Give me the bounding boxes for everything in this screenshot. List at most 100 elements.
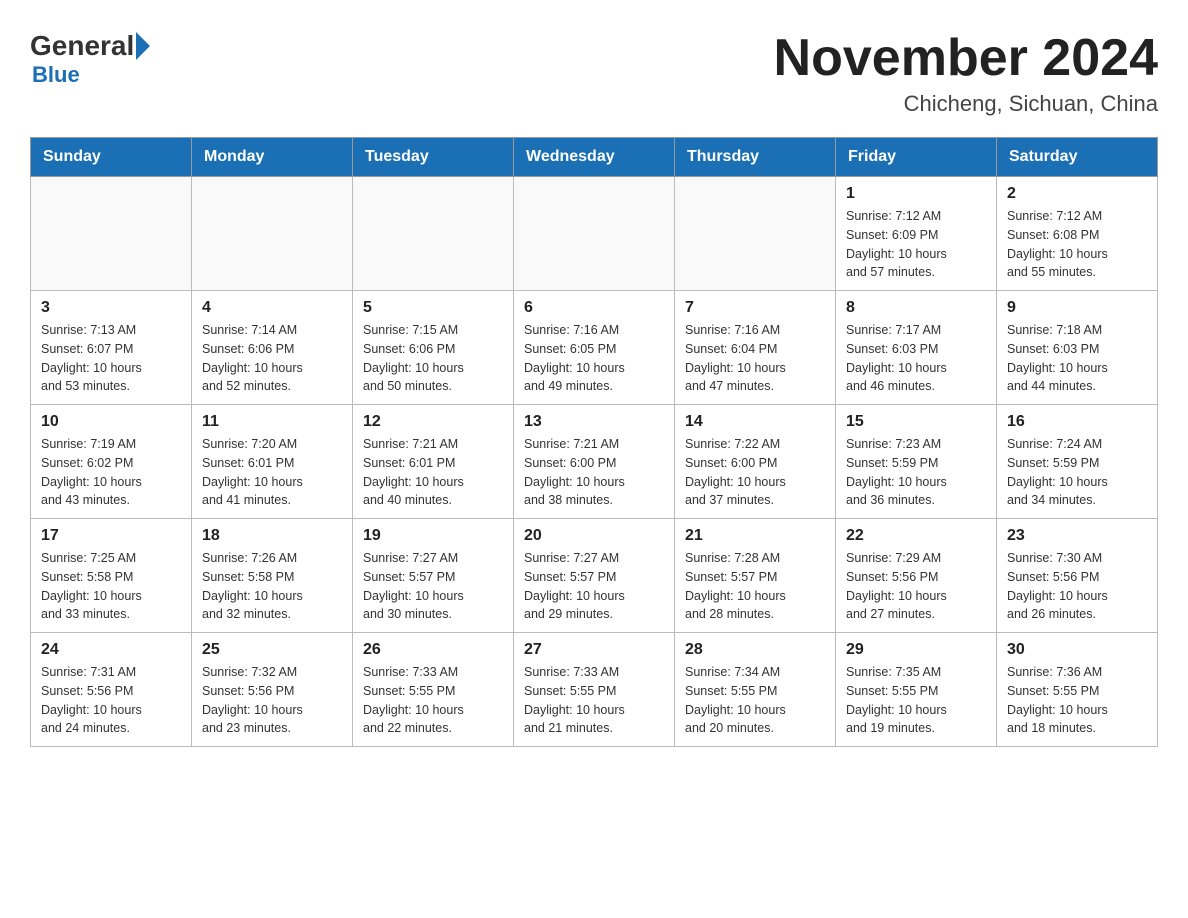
day-info: Sunrise: 7:21 AMSunset: 6:00 PMDaylight:… xyxy=(524,435,664,510)
day-info: Sunrise: 7:27 AMSunset: 5:57 PMDaylight:… xyxy=(524,549,664,624)
day-info: Sunrise: 7:28 AMSunset: 5:57 PMDaylight:… xyxy=(685,549,825,624)
weekday-header-saturday: Saturday xyxy=(997,138,1158,177)
day-info: Sunrise: 7:24 AMSunset: 5:59 PMDaylight:… xyxy=(1007,435,1147,510)
day-info: Sunrise: 7:33 AMSunset: 5:55 PMDaylight:… xyxy=(524,663,664,738)
calendar-cell: 25Sunrise: 7:32 AMSunset: 5:56 PMDayligh… xyxy=(192,633,353,747)
day-number: 23 xyxy=(1007,527,1147,545)
calendar-cell: 27Sunrise: 7:33 AMSunset: 5:55 PMDayligh… xyxy=(514,633,675,747)
day-info: Sunrise: 7:16 AMSunset: 6:04 PMDaylight:… xyxy=(685,321,825,396)
day-info: Sunrise: 7:36 AMSunset: 5:55 PMDaylight:… xyxy=(1007,663,1147,738)
week-row-3: 10 Sunrise: 7:19 AMSunset: 6:02 PMDayligh… xyxy=(31,405,1158,519)
title-area: November 2024 Chicheng, Sichuan, China xyxy=(774,30,1158,117)
calendar-cell: 17 Sunrise: 7:25 AMSunset: 5:58 PMDayligh… xyxy=(31,519,192,633)
day-number: 22 xyxy=(846,527,986,545)
day-number: 2 xyxy=(1007,185,1147,203)
weekday-header-thursday: Thursday xyxy=(675,138,836,177)
weekday-header-sunday: Sunday xyxy=(31,138,192,177)
day-number: 16 xyxy=(1007,413,1147,431)
day-number: 13 xyxy=(524,413,664,431)
day-info: Sunrise: 7:26 AMSunset: 5:58 PMDaylight:… xyxy=(202,549,342,624)
weekday-header-friday: Friday xyxy=(836,138,997,177)
day-info: Sunrise: 7:15 AMSunset: 6:06 PMDaylight:… xyxy=(363,321,503,396)
day-number: 12 xyxy=(363,413,503,431)
day-number: 20 xyxy=(524,527,664,545)
day-info: Sunrise: 7:22 AMSunset: 6:00 PMDaylight:… xyxy=(685,435,825,510)
calendar-cell xyxy=(192,177,353,291)
calendar-cell: 13 Sunrise: 7:21 AMSunset: 6:00 PMDayligh… xyxy=(514,405,675,519)
day-number: 10 xyxy=(41,413,181,431)
day-info: Sunrise: 7:30 AMSunset: 5:56 PMDaylight:… xyxy=(1007,549,1147,624)
logo-general-text: General xyxy=(30,30,134,62)
day-info: Sunrise: 7:12 AMSunset: 6:08 PMDaylight:… xyxy=(1007,207,1147,282)
logo: General xyxy=(30,30,150,62)
day-info: Sunrise: 7:16 AMSunset: 6:05 PMDaylight:… xyxy=(524,321,664,396)
calendar-cell: 21 Sunrise: 7:28 AMSunset: 5:57 PMDayligh… xyxy=(675,519,836,633)
calendar-cell: 18 Sunrise: 7:26 AMSunset: 5:58 PMDayligh… xyxy=(192,519,353,633)
day-number: 11 xyxy=(202,413,342,431)
calendar-cell: 28 Sunrise: 7:34 AMSunset: 5:55 PMDayligh… xyxy=(675,633,836,747)
calendar-cell xyxy=(353,177,514,291)
day-info: Sunrise: 7:35 AMSunset: 5:55 PMDaylight:… xyxy=(846,663,986,738)
day-info: Sunrise: 7:33 AMSunset: 5:55 PMDaylight:… xyxy=(363,663,503,738)
calendar-cell: 29Sunrise: 7:35 AMSunset: 5:55 PMDayligh… xyxy=(836,633,997,747)
calendar-cell: 15Sunrise: 7:23 AMSunset: 5:59 PMDayligh… xyxy=(836,405,997,519)
logo-blue-text: Blue xyxy=(32,62,80,88)
day-number: 24 xyxy=(41,641,181,659)
calendar-cell: 22Sunrise: 7:29 AMSunset: 5:56 PMDayligh… xyxy=(836,519,997,633)
calendar-cell: 19 Sunrise: 7:27 AMSunset: 5:57 PMDayligh… xyxy=(353,519,514,633)
calendar-cell: 1 Sunrise: 7:12 AMSunset: 6:09 PMDaylight… xyxy=(836,177,997,291)
calendar-cell: 24 Sunrise: 7:31 AMSunset: 5:56 PMDayligh… xyxy=(31,633,192,747)
day-info: Sunrise: 7:20 AMSunset: 6:01 PMDaylight:… xyxy=(202,435,342,510)
calendar-cell: 23 Sunrise: 7:30 AMSunset: 5:56 PMDayligh… xyxy=(997,519,1158,633)
day-number: 1 xyxy=(846,185,986,203)
day-info: Sunrise: 7:19 AMSunset: 6:02 PMDaylight:… xyxy=(41,435,181,510)
day-info: Sunrise: 7:14 AMSunset: 6:06 PMDaylight:… xyxy=(202,321,342,396)
day-number: 5 xyxy=(363,299,503,317)
day-number: 18 xyxy=(202,527,342,545)
calendar-cell: 10 Sunrise: 7:19 AMSunset: 6:02 PMDayligh… xyxy=(31,405,192,519)
day-number: 26 xyxy=(363,641,503,659)
day-info: Sunrise: 7:31 AMSunset: 5:56 PMDaylight:… xyxy=(41,663,181,738)
day-number: 19 xyxy=(363,527,503,545)
calendar-cell: 11 Sunrise: 7:20 AMSunset: 6:01 PMDayligh… xyxy=(192,405,353,519)
logo-area: General Blue xyxy=(30,30,150,88)
week-row-1: 1 Sunrise: 7:12 AMSunset: 6:09 PMDaylight… xyxy=(31,177,1158,291)
week-row-4: 17 Sunrise: 7:25 AMSunset: 5:58 PMDayligh… xyxy=(31,519,1158,633)
day-number: 3 xyxy=(41,299,181,317)
calendar-cell: 6 Sunrise: 7:16 AMSunset: 6:05 PMDaylight… xyxy=(514,291,675,405)
day-number: 14 xyxy=(685,413,825,431)
day-number: 21 xyxy=(685,527,825,545)
location-subtitle: Chicheng, Sichuan, China xyxy=(774,91,1158,117)
weekday-header-wednesday: Wednesday xyxy=(514,138,675,177)
day-number: 17 xyxy=(41,527,181,545)
weekday-header-monday: Monday xyxy=(192,138,353,177)
calendar-cell xyxy=(675,177,836,291)
calendar-cell: 3 Sunrise: 7:13 AMSunset: 6:07 PMDaylight… xyxy=(31,291,192,405)
page-header: General Blue November 2024 Chicheng, Sic… xyxy=(30,30,1158,117)
day-info: Sunrise: 7:23 AMSunset: 5:59 PMDaylight:… xyxy=(846,435,986,510)
day-number: 25 xyxy=(202,641,342,659)
calendar-cell: 30 Sunrise: 7:36 AMSunset: 5:55 PMDayligh… xyxy=(997,633,1158,747)
calendar-cell: 5 Sunrise: 7:15 AMSunset: 6:06 PMDaylight… xyxy=(353,291,514,405)
calendar-cell xyxy=(514,177,675,291)
day-info: Sunrise: 7:13 AMSunset: 6:07 PMDaylight:… xyxy=(41,321,181,396)
day-info: Sunrise: 7:12 AMSunset: 6:09 PMDaylight:… xyxy=(846,207,986,282)
day-number: 4 xyxy=(202,299,342,317)
day-info: Sunrise: 7:25 AMSunset: 5:58 PMDaylight:… xyxy=(41,549,181,624)
month-title: November 2024 xyxy=(774,30,1158,87)
day-number: 28 xyxy=(685,641,825,659)
calendar-cell: 12Sunrise: 7:21 AMSunset: 6:01 PMDayligh… xyxy=(353,405,514,519)
calendar-cell: 8Sunrise: 7:17 AMSunset: 6:03 PMDaylight… xyxy=(836,291,997,405)
day-number: 6 xyxy=(524,299,664,317)
day-number: 30 xyxy=(1007,641,1147,659)
week-row-2: 3 Sunrise: 7:13 AMSunset: 6:07 PMDaylight… xyxy=(31,291,1158,405)
calendar-table: SundayMondayTuesdayWednesdayThursdayFrid… xyxy=(30,137,1158,747)
day-number: 8 xyxy=(846,299,986,317)
calendar-cell: 9Sunrise: 7:18 AMSunset: 6:03 PMDaylight… xyxy=(997,291,1158,405)
day-number: 7 xyxy=(685,299,825,317)
calendar-cell: 26 Sunrise: 7:33 AMSunset: 5:55 PMDayligh… xyxy=(353,633,514,747)
week-row-5: 24 Sunrise: 7:31 AMSunset: 5:56 PMDayligh… xyxy=(31,633,1158,747)
day-info: Sunrise: 7:18 AMSunset: 6:03 PMDaylight:… xyxy=(1007,321,1147,396)
day-info: Sunrise: 7:27 AMSunset: 5:57 PMDaylight:… xyxy=(363,549,503,624)
day-info: Sunrise: 7:34 AMSunset: 5:55 PMDaylight:… xyxy=(685,663,825,738)
